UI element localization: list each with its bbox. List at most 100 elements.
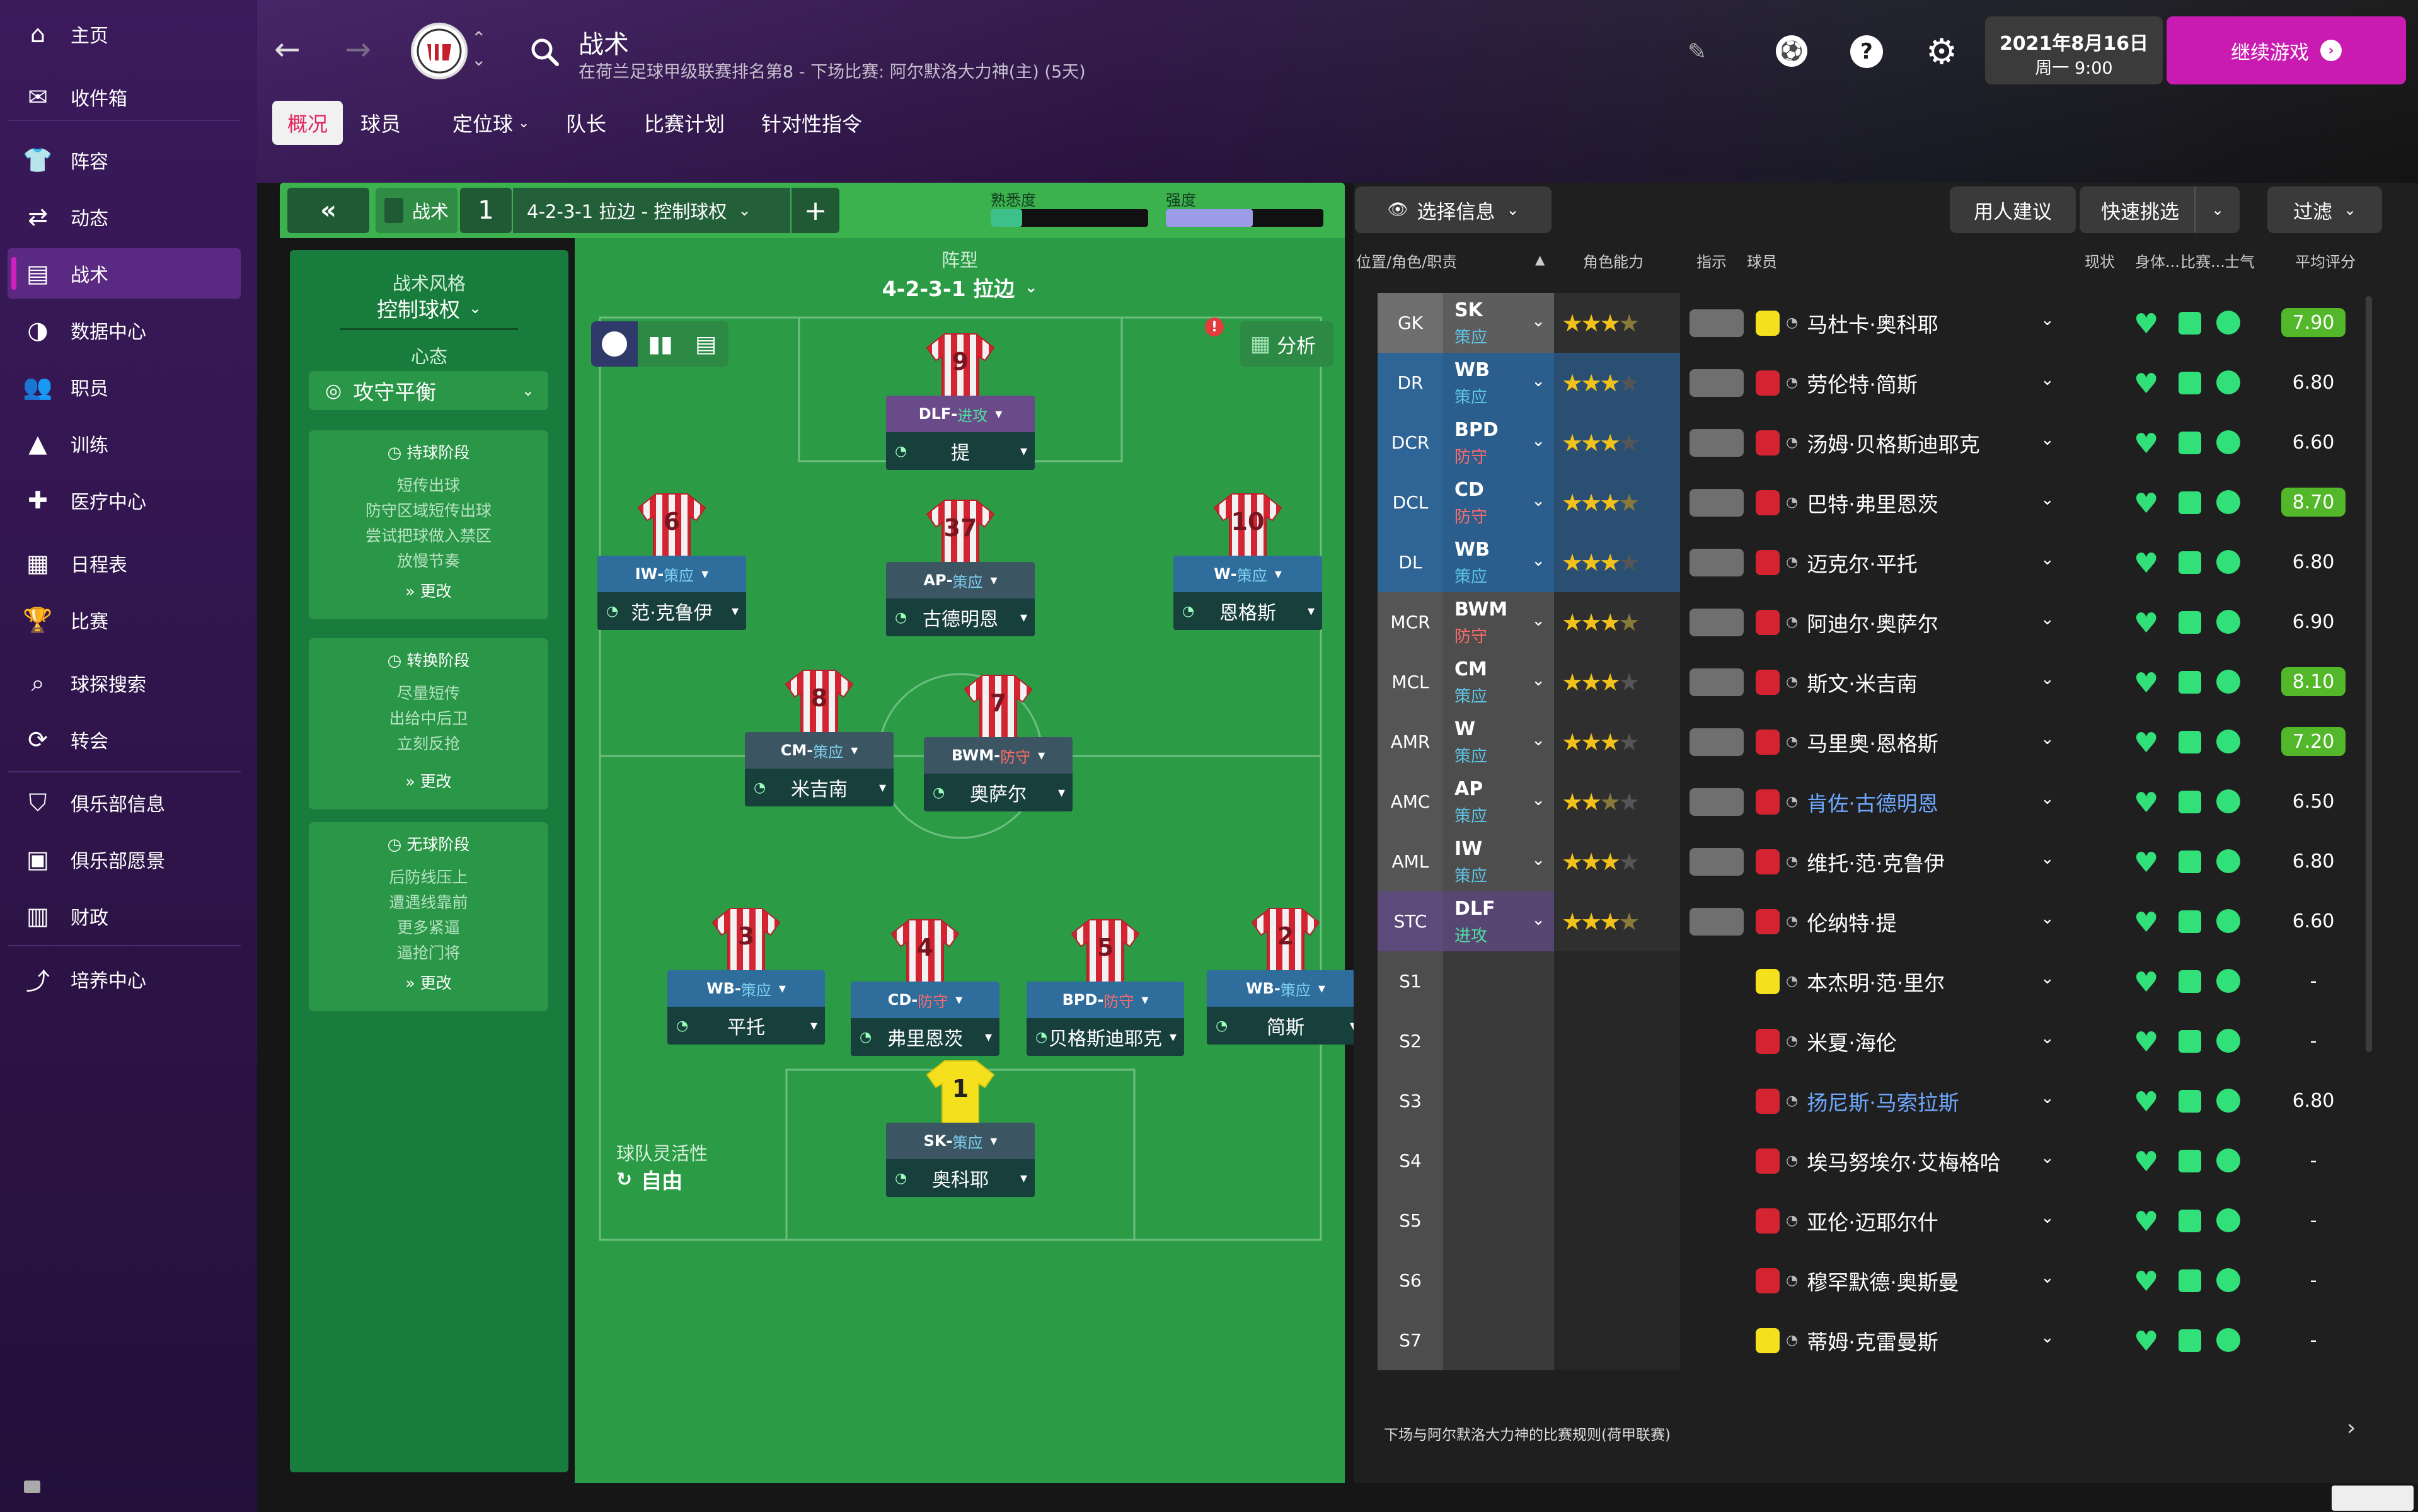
chevron-down-icon[interactable]: ⌄	[2041, 1328, 2054, 1347]
stats-view-icon[interactable]: ▮▮	[638, 321, 683, 367]
role-cell[interactable]	[1443, 1131, 1554, 1191]
chevron-right-icon[interactable]: ›	[2347, 1415, 2356, 1441]
role-cell[interactable]	[1443, 1310, 1554, 1370]
role-cell[interactable]: AP 策应 ⌄	[1443, 772, 1554, 832]
chevron-down-icon[interactable]: ⌄	[2041, 1029, 2054, 1048]
player-select[interactable]: ◔ 马里奥·恩格斯	[1756, 712, 2083, 772]
player-instructions-icon[interactable]	[1690, 309, 1744, 337]
role-cell[interactable]: CD 防守 ⌄	[1443, 472, 1554, 532]
player-role-select[interactable]: W - 策应 ▾	[1173, 556, 1322, 592]
player-select[interactable]: ◔ 阿迪尔·奥萨尔	[1756, 592, 2083, 652]
player-instructions-icon[interactable]	[1690, 429, 1744, 457]
sidebar-item-scouting[interactable]: ⌕ 球探搜索	[8, 658, 241, 708]
player-role-select[interactable]: BWM - 防守 ▾	[924, 737, 1073, 774]
column-header[interactable]: 位置/角色/职责	[1356, 249, 1457, 272]
phase-change-button[interactable]: » 更改	[309, 579, 548, 602]
player-name-select[interactable]: ◔ 奥萨尔 ▾	[924, 774, 1073, 811]
table-row[interactable]: DR WB 策应 ⌄ ★★★ ★ ◔ 劳伦特·简斯 ⌄ ♥ 6.80	[1378, 353, 2367, 413]
chevron-down-icon[interactable]: ⌄	[2041, 849, 2054, 868]
sidebar-item-club-shield[interactable]: ⛉ 俱乐部信息	[8, 777, 241, 828]
role-cell[interactable]: WB 策应 ⌄	[1443, 532, 1554, 592]
player-role-select[interactable]: CM - 策应 ▾	[745, 732, 894, 769]
settings-gear-icon[interactable]: ⚙	[1926, 32, 1957, 72]
player-instructions-icon[interactable]	[1690, 369, 1744, 397]
fluidity-value-row[interactable]: ↻ 自由	[616, 1164, 682, 1194]
ball-icon[interactable]: ⚽	[1776, 35, 1807, 67]
table-row[interactable]: S1 ◔ 本杰明·范·里尔 ⌄ ♥ -	[1378, 951, 2367, 1011]
player-shirt-icon[interactable]: 8	[785, 668, 854, 742]
table-row[interactable]: S2 ◔ 米夏·海伦 ⌄ ♥ -	[1378, 1011, 2367, 1071]
player-instructions-icon[interactable]	[1690, 848, 1744, 876]
role-cell[interactable]: BPD 防守 ⌄	[1443, 413, 1554, 472]
player-select[interactable]: ◔ 劳伦特·简斯	[1756, 353, 2083, 413]
player-select[interactable]: ◔ 巴特·弗里恩茨	[1756, 472, 2083, 532]
sidebar-item-inbox[interactable]: ✉ 收件箱	[8, 72, 241, 122]
tab-6[interactable]: 针对性指令	[746, 101, 877, 145]
chevron-down-icon[interactable]: ⌄	[2041, 430, 2054, 449]
player-shirt-icon[interactable]: 4	[890, 917, 960, 992]
player-name-select[interactable]: ◔ 奥科耶 ▾	[886, 1159, 1035, 1197]
sidebar-item-dynamics[interactable]: ⇄ 动态	[8, 192, 241, 242]
player-shirt-icon[interactable]: 9	[926, 331, 995, 406]
player-shirt-icon[interactable]: 37	[926, 498, 995, 572]
column-header[interactable]: 身体...	[2135, 249, 2180, 272]
chevron-down-icon[interactable]: ⌄	[2041, 550, 2054, 569]
player-select[interactable]: ◔ 斯文·米吉南	[1756, 652, 2083, 712]
phase-change-button[interactable]: » 更改	[309, 971, 548, 994]
table-row[interactable]: S5 ◔ 亚伦·迈耶尔什 ⌄ ♥ -	[1378, 1191, 2367, 1251]
player-shirt-icon[interactable]: 10	[1213, 491, 1282, 566]
player-shirt-icon[interactable]: 5	[1071, 917, 1140, 992]
role-cell[interactable]: SK 策应 ⌄	[1443, 293, 1554, 353]
table-row[interactable]: MCR BWM 防守 ⌄ ★★★ ★ ◔ 阿迪尔·奥萨尔 ⌄ ♥ 6.90	[1378, 592, 2367, 652]
chevron-down-icon[interactable]: ⌄	[2041, 610, 2054, 629]
chevron-down-icon[interactable]: ⌄	[2041, 1148, 2054, 1167]
chevron-down-icon[interactable]: ⌄	[2041, 370, 2054, 389]
player-name-select[interactable]: ◔ 范·克鲁伊 ▾	[597, 592, 746, 630]
player-select[interactable]: ◔ 本杰明·范·里尔	[1756, 951, 2083, 1011]
player-shirt-icon[interactable]: 2	[1251, 906, 1320, 980]
player-shirt-icon[interactable]: 3	[711, 906, 781, 980]
tactic-name-select[interactable]: 4-2-3-1 拉边 - 控制球权 ⌄	[513, 188, 790, 233]
role-cell[interactable]: BWM 防守 ⌄	[1443, 592, 1554, 652]
column-header[interactable]: 现状	[2085, 249, 2115, 272]
table-row[interactable]: S3 ◔ 扬尼斯·马索拉斯 ⌄ ♥ 6.80	[1378, 1071, 2367, 1131]
player-instructions-icon[interactable]	[1690, 549, 1744, 576]
role-cell[interactable]: WB 策应 ⌄	[1443, 353, 1554, 413]
player-select[interactable]: ◔ 迈克尔·平托	[1756, 532, 2083, 592]
player-instructions-icon[interactable]	[1690, 609, 1744, 636]
player-role-select[interactable]: WB - 策应 ▾	[667, 970, 825, 1007]
player-name-select[interactable]: ◔ 贝格斯迪耶克 ▾	[1027, 1018, 1184, 1056]
tactic-section[interactable]: 战术	[376, 188, 458, 233]
edit-icon[interactable]: ✎	[1688, 39, 1707, 65]
player-shirt-icon[interactable]: 7	[964, 673, 1033, 747]
tab-2[interactable]: 球员	[345, 101, 416, 145]
player-shirt-icon[interactable]: 6	[637, 491, 706, 566]
table-row[interactable]: DL WB 策应 ⌄ ★★★ ★ ◔ 迈克尔·平托 ⌄ ♥ 6.80	[1378, 532, 2367, 592]
help-icon[interactable]: ?	[1850, 35, 1883, 68]
sidebar-item-transfer[interactable]: ⟳ 转会	[8, 714, 241, 765]
continue-button[interactable]: 继续游戏 ›	[2167, 16, 2406, 84]
collapse-panel-icon[interactable]: «	[287, 188, 369, 233]
sidebar-item-briefcase[interactable]: ▣ 俱乐部愿景	[8, 834, 241, 885]
role-cell[interactable]: DLF 进攻 ⌄	[1443, 891, 1554, 951]
player-select[interactable]: ◔ 伦纳特·提	[1756, 891, 2083, 951]
chevron-down-icon[interactable]: ⌄	[2041, 730, 2054, 748]
tab-4[interactable]: 队长	[551, 101, 621, 145]
player-select[interactable]: ◔ 维托·范·克鲁伊	[1756, 832, 2083, 891]
sidebar-item-staff[interactable]: 👥 职员	[8, 362, 241, 412]
table-row[interactable]: AMC AP 策应 ⌄ ★★ ★ ★ ◔ 肯佐·古德明恩 ⌄ ♥ 6.50	[1378, 772, 2367, 832]
player-role-select[interactable]: DLF - 进攻 ▾	[886, 396, 1035, 432]
sidebar-item-medical[interactable]: ✚ 医疗中心	[8, 475, 241, 525]
table-row[interactable]: S4 ◔ 埃马努埃尔·艾梅格哈 ⌄ ♥ -	[1378, 1131, 2367, 1191]
player-select[interactable]: ◔ 亚伦·迈耶尔什	[1756, 1191, 2083, 1251]
tactic-slot[interactable]: 1	[460, 188, 512, 233]
player-instructions-icon[interactable]	[1690, 728, 1744, 756]
chevron-down-icon[interactable]: ⌄	[2041, 1089, 2054, 1108]
chevron-down-icon[interactable]: ⌄	[2041, 789, 2054, 808]
role-cell[interactable]	[1443, 1071, 1554, 1131]
analysis-button[interactable]: ▦ 分析	[1240, 321, 1333, 367]
table-row[interactable]: GK SK 策应 ⌄ ★★★ ★ ◔ 马杜卡·奥科耶 ⌄ ♥ 7.90	[1378, 293, 2367, 353]
table-row[interactable]: DCR BPD 防守 ⌄ ★★★ ★ ◔ 汤姆·贝格斯迪耶克 ⌄ ♥ 6.60	[1378, 413, 2367, 472]
table-row[interactable]: STC DLF 进攻 ⌄ ★★★ ★ ◔ 伦纳特·提 ⌄ ♥ 6.60	[1378, 891, 2367, 951]
player-select[interactable]: ◔ 穆罕默德·奥斯曼	[1756, 1251, 2083, 1310]
